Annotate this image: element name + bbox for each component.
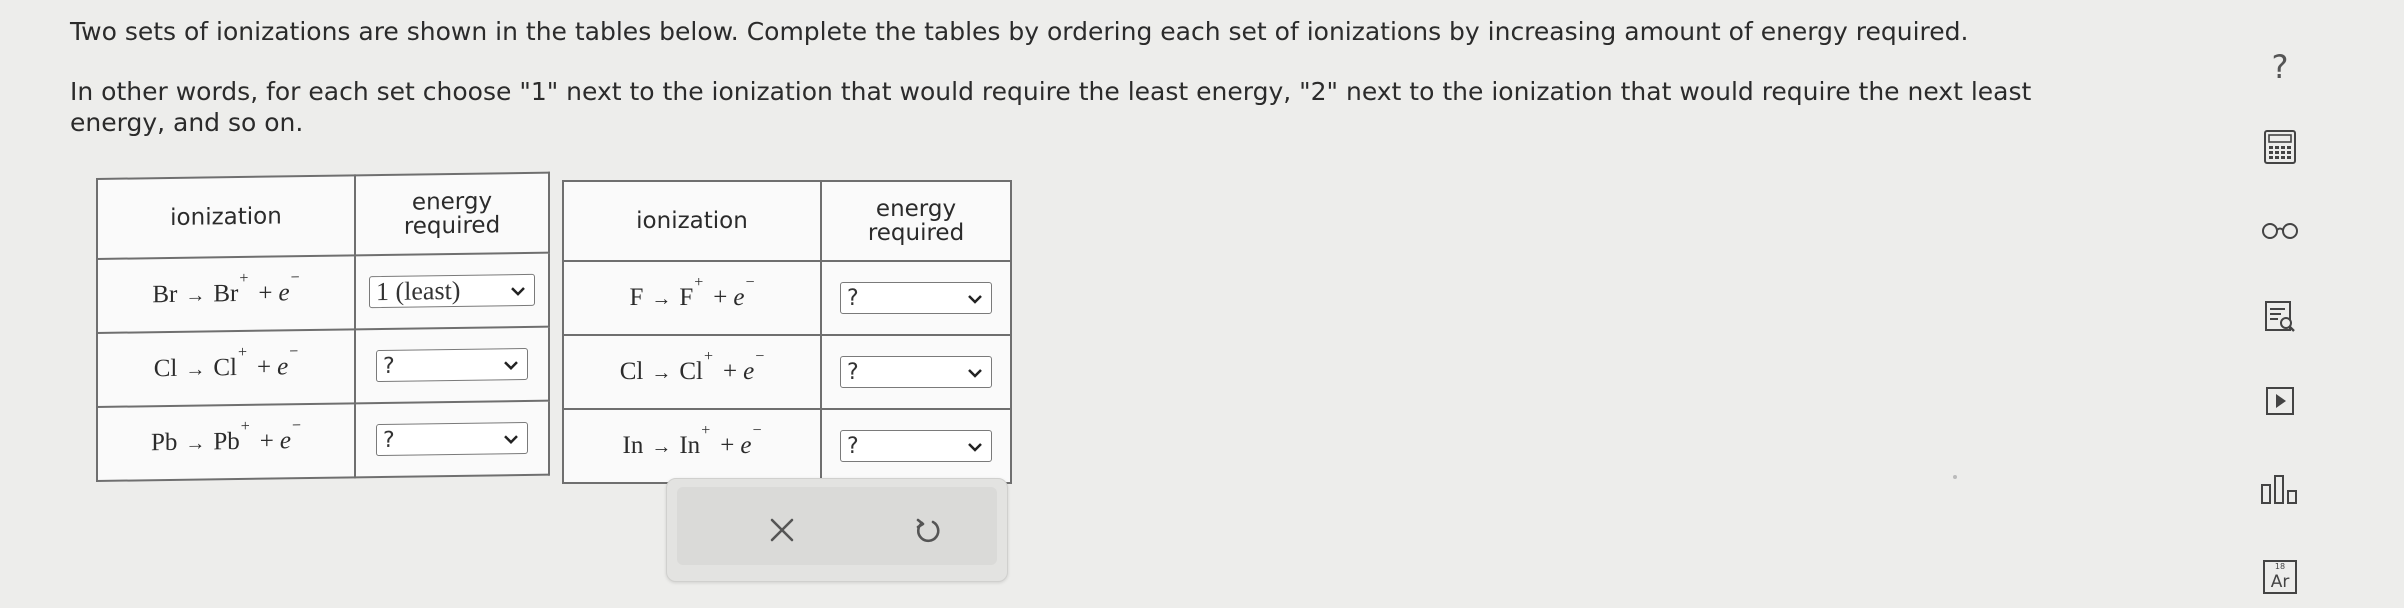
chevron-down-icon	[967, 362, 983, 383]
energy-rank-select[interactable]: ?	[376, 421, 528, 457]
help-label: ?	[2271, 48, 2289, 86]
grades-button[interactable]	[2240, 466, 2320, 516]
undo-button[interactable]	[903, 507, 953, 557]
table-header-row: ionization energy required	[562, 180, 1012, 262]
table-row: Pb → Pb++ e− ?	[97, 400, 549, 481]
video-button[interactable]	[2240, 378, 2320, 428]
energy-rank-cell: ?	[820, 260, 1012, 336]
data-lookup-button[interactable]	[2240, 294, 2320, 344]
periodic-table-button[interactable]: 18 Ar	[2240, 552, 2320, 602]
table-row: In → In++ e− ?	[562, 408, 1012, 484]
chevron-down-icon	[503, 354, 519, 375]
ionization-equation: Br → Br++ e−	[97, 255, 355, 333]
energy-rank-select[interactable]: ?	[376, 347, 528, 383]
energy-rank-cell: 1 (least)	[355, 252, 549, 330]
energy-rank-cell: ?	[355, 400, 549, 478]
table-row: F → F++ e− ?	[562, 260, 1012, 336]
clear-button[interactable]	[757, 507, 807, 557]
stray-mark	[1953, 475, 1957, 479]
header-energy-required: energy required	[355, 172, 549, 256]
energy-rank-cell: ?	[820, 408, 1012, 484]
energy-rank-cell: ?	[820, 334, 1012, 410]
instructions-line-2: In other words, for each set choose "1" …	[70, 77, 2032, 137]
header-ionization: ionization	[97, 175, 355, 259]
answer-action-panel	[666, 478, 1008, 582]
tools-sidebar: ? 18 Ar	[2240, 0, 2320, 608]
table-row: Cl → Cl++ e− ?	[562, 334, 1012, 410]
ionization-equation: F → F++ e−	[562, 260, 822, 336]
header-energy-required: energy required	[820, 180, 1012, 262]
chevron-down-icon	[503, 428, 519, 449]
close-icon	[769, 517, 795, 547]
chevron-down-icon	[967, 436, 983, 457]
calculator-icon	[2263, 129, 2297, 169]
ionization-equation: Cl → Cl++ e−	[562, 334, 822, 410]
atomic-number: 18	[2274, 562, 2286, 571]
periodic-table-icon: 18 Ar	[2263, 560, 2297, 594]
calculator-button[interactable]	[2240, 124, 2320, 174]
chevron-down-icon	[967, 288, 983, 309]
accessibility-button[interactable]	[2240, 208, 2320, 258]
glasses-icon	[2260, 221, 2300, 245]
ionization-table-2: ionization energy required F → F++ e− ? Cl → C…	[562, 180, 1012, 484]
chevron-down-icon	[510, 279, 526, 300]
energy-rank-cell: ?	[355, 326, 549, 404]
document-search-icon	[2263, 299, 2297, 339]
ionization-table-1: ionization energy required Br → Br++ e− 1 (l…	[96, 171, 550, 482]
ionization-equation: Cl → Cl++ e−	[97, 329, 355, 407]
instructions-line-1: Two sets of ionizations are shown in the…	[70, 17, 1969, 46]
energy-rank-select[interactable]: ?	[840, 430, 992, 462]
table-header-row: ionization energy required	[97, 172, 549, 259]
video-play-icon	[2265, 386, 2295, 420]
bar-chart-icon	[2260, 473, 2300, 509]
table-row: Br → Br++ e− 1 (least)	[97, 252, 549, 333]
energy-rank-select[interactable]: ?	[840, 282, 992, 314]
element-symbol: Ar	[2270, 572, 2290, 592]
undo-icon	[913, 515, 943, 549]
header-ionization: ionization	[562, 180, 822, 262]
energy-rank-select[interactable]: 1 (least)	[369, 273, 535, 309]
energy-rank-select[interactable]: ?	[840, 356, 992, 388]
ionization-equation: Pb → Pb++ e−	[97, 403, 355, 481]
instructions: Two sets of ionizations are shown in the…	[70, 16, 2130, 138]
table-row: Cl → Cl++ e− ?	[97, 326, 549, 407]
ionization-equation: In → In++ e−	[562, 408, 822, 484]
help-button[interactable]: ?	[2240, 42, 2320, 92]
